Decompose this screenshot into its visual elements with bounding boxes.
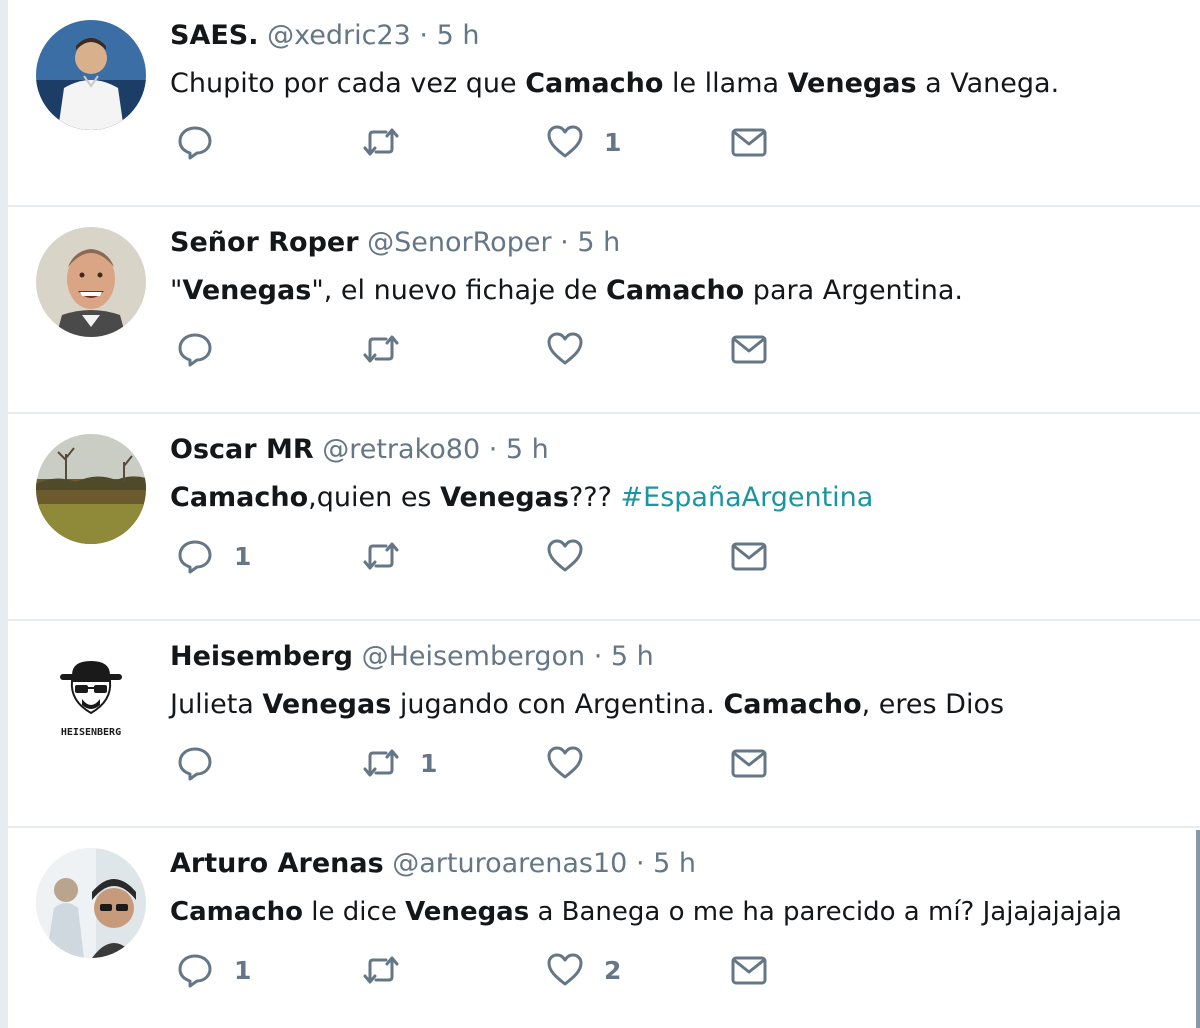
tweet-time[interactable]: 5 h [611,641,654,672]
like-count: 1 [604,127,622,157]
reply-icon [178,126,212,160]
tweet[interactable]: HEISENBERG Heisemberg @Heisembergon · 5 … [8,621,1200,828]
avatar[interactable] [36,227,146,337]
tweet-timeline: SAES. @xedric23 · 5 h Chupito por cada v… [0,0,1200,1028]
separator-dot: · [560,227,569,258]
tweet-actions: 1 [170,739,870,787]
like-button[interactable] [546,739,604,787]
tweet[interactable]: Señor Roper @SenorRoper · 5 h "Venegas",… [8,207,1200,414]
author-name[interactable]: Señor Roper [170,227,359,258]
reply-button[interactable]: 1 [176,946,251,994]
retweet-count: 1 [420,748,438,778]
tweet[interactable]: SAES. @xedric23 · 5 h Chupito por cada v… [8,0,1200,207]
retweet-button[interactable] [362,946,420,994]
reply-button[interactable] [176,739,234,787]
envelope-icon [731,542,767,571]
like-button[interactable] [546,325,604,373]
retweet-button[interactable]: 1 [362,739,437,787]
author-name[interactable]: Oscar MR [170,434,314,465]
heart-icon [547,125,583,158]
reply-count: 1 [234,955,252,985]
retweet-button[interactable] [362,532,420,580]
heart-icon [547,953,583,986]
tweet[interactable]: Oscar MR @retrako80 · 5 h Camacho,quien … [8,414,1200,621]
author-name[interactable]: Heisemberg [170,641,353,672]
tweet-time[interactable]: 5 h [577,227,620,258]
tweet-time[interactable]: 5 h [437,20,480,51]
tweet-actions [170,325,870,373]
laughing-man-avatar-icon [36,227,146,337]
envelope-icon [731,956,767,985]
reply-count: 1 [234,541,252,571]
direct-message-button[interactable] [730,946,768,994]
author-handle[interactable]: @xedric23 [267,20,411,51]
direct-message-button[interactable] [730,118,768,166]
reply-icon [178,954,212,988]
reply-button[interactable]: 1 [176,532,251,580]
tweet-header: Heisemberg @Heisembergon · 5 h [170,639,654,675]
tweet-actions: 1 [170,118,870,166]
avatar[interactable] [36,434,146,544]
tweet-text: Chupito por cada vez que Camacho le llam… [170,68,1060,99]
avatar[interactable]: HEISENBERG [36,641,146,751]
separator-dot: · [488,434,498,465]
avatar[interactable] [36,848,146,958]
author-handle[interactable]: @arturoarenas10 [392,848,627,879]
retweet-button[interactable] [362,118,420,166]
heart-icon [547,332,583,365]
scrollbar-edge[interactable] [1196,830,1200,1028]
direct-message-button[interactable] [730,325,768,373]
envelope-icon [731,749,767,778]
retweet-button[interactable] [362,325,420,373]
tweet-time[interactable]: 5 h [653,848,696,879]
heart-icon [547,539,583,572]
reply-icon [178,747,212,781]
author-handle[interactable]: @retrako80 [322,434,480,465]
author-name[interactable]: SAES. [170,20,259,51]
like-button[interactable] [546,532,604,580]
tweet-actions: 1 [170,532,870,580]
retweet-icon [363,128,399,156]
soccer-player-avatar-icon [36,20,146,130]
separator-dot: · [419,20,428,51]
like-button[interactable]: 1 [546,118,621,166]
tweet-text: Julieta Venegas jugando con Argentina. C… [170,689,1005,720]
retweet-icon [363,542,399,570]
selfie-avatar-icon [36,848,146,958]
heart-icon [547,746,583,779]
author-handle[interactable]: @Heisembergon [362,641,586,672]
reply-button[interactable] [176,118,234,166]
svg-text:HEISENBERG: HEISENBERG [61,727,121,738]
separator-dot: · [635,848,645,879]
reply-button[interactable] [176,325,234,373]
envelope-icon [731,128,767,157]
avatar[interactable] [36,20,146,130]
tweet-header: Señor Roper @SenorRoper · 5 h [170,225,620,261]
landscape-avatar-icon [36,434,146,544]
like-count: 2 [604,955,622,985]
retweet-icon [363,749,399,777]
tweet-text: Camacho,quien es Venegas??? #EspañaArgen… [170,482,874,513]
tweet-actions: 1 2 [170,946,870,994]
author-name[interactable]: Arturo Arenas [170,848,384,879]
author-handle[interactable]: @SenorRoper [367,227,551,258]
tweet-header: Oscar MR @retrako80 · 5 h [170,432,549,468]
direct-message-button[interactable] [730,739,768,787]
heisenberg-hat-avatar-icon: HEISENBERG [36,641,146,751]
retweet-icon [363,335,399,363]
direct-message-button[interactable] [730,532,768,580]
hashtag-link[interactable]: #EspañaArgentina [621,482,874,513]
like-button[interactable]: 2 [546,946,621,994]
reply-icon [178,333,212,367]
tweet-time[interactable]: 5 h [506,434,549,465]
reply-icon [178,540,212,574]
tweet-header: Arturo Arenas @arturoarenas10 · 5 h [170,846,696,882]
tweet[interactable]: Arturo Arenas @arturoarenas10 · 5 h Cama… [8,828,1200,1028]
tweet-header: SAES. @xedric23 · 5 h [170,18,479,54]
separator-dot: · [593,641,603,672]
envelope-icon [731,335,767,364]
retweet-icon [363,956,399,984]
tweet-text: Camacho le dice Venegas a Banega o me ha… [170,897,1122,927]
tweet-text: "Venegas", el nuevo fichaje de Camacho p… [170,275,964,306]
